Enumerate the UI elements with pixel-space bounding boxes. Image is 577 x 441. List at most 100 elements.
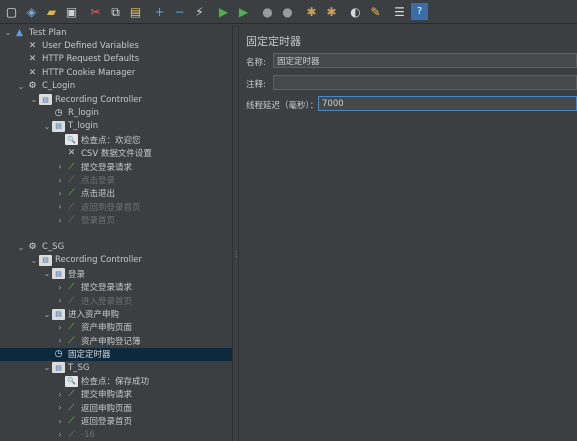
tree-node[interactable]: ⌄ ▤ T_SG [0,361,232,374]
chevron-right-icon[interactable]: › [55,176,65,185]
tree-node-label: 提交申购请求 [81,390,133,401]
tree-node-label: Recording Controller [55,94,143,105]
sampler-disabled-icon: ⟋ [68,295,75,306]
clear-icon[interactable]: ✱ [303,3,320,20]
tree-node[interactable]: ⌄ ▤ T_login [0,120,232,133]
splitter-grip-icon: · · · [235,247,238,262]
chevron-right-icon[interactable]: › [55,430,65,439]
chevron-down-icon[interactable]: ⌄ [29,95,39,104]
function-helper-icon[interactable]: ☰ [391,3,408,20]
tree-node[interactable]: ⌄ ▤ 登录 [0,267,232,280]
tree-node[interactable]: ✕ HTTP Request Defaults [0,53,232,66]
chevron-right-icon[interactable]: › [55,202,65,211]
tree-node-label: HTTP Request Defaults [42,54,140,65]
chevron-down-icon[interactable]: ⌄ [42,122,52,131]
new-icon[interactable]: ▢ [3,3,20,20]
chevron-down-icon[interactable]: ⌄ [29,256,39,265]
tree-node[interactable]: ✕ CSV 数据文件设置 [0,147,232,160]
tree-node[interactable]: ⌄ ⚙ C_SG [0,240,232,253]
search-icon[interactable]: ◐ [347,3,364,20]
save-icon[interactable]: ▣ [63,3,80,20]
tree-node[interactable]: ⌄ ⚙ C_Login [0,80,232,93]
chevron-right-icon[interactable]: › [55,296,65,305]
tree-node[interactable]: ⌄ ▤ Recording Controller [0,93,232,106]
tree-node[interactable]: › ⟋ 返回登录首页 [0,415,232,428]
tree-node[interactable]: › ⟋ 点击退出 [0,187,232,200]
tree-node-label: 点击登录 [81,176,116,187]
templates-icon[interactable]: ◈ [23,3,40,20]
controller-icon: ▤ [52,362,65,374]
cut-icon[interactable]: ✂ [87,3,104,20]
chevron-right-icon[interactable]: › [55,216,65,225]
chevron-right-icon[interactable]: › [55,390,65,399]
tree-node[interactable]: › ⟋ 提交登录请求 [0,281,232,294]
comment-field[interactable] [273,75,577,90]
chevron-right-icon[interactable]: › [55,283,65,292]
tree-node[interactable]: › ⟋ 提交申购请求 [0,388,232,401]
tree-node[interactable]: › ⟋ 资产申购登记簿 [0,334,232,347]
open-icon[interactable]: ▰ [43,3,60,20]
tree-node-label: 固定定时器 [68,350,111,361]
controller-icon: ▤ [52,308,65,320]
tree-node[interactable]: › ⟋ 进入登录首页 [0,294,232,307]
tree-node[interactable]: › ⟋ 资产申购页面 [0,321,232,334]
expand-icon[interactable]: + [151,3,168,20]
sampler-icon: ⟋ [68,416,75,427]
toolbar: ▢ ◈ ▰ ▣ ✂ ⧉ ▤ + − ⚡ ▶ ▶ ● ● ✱ ✱ ◐ ✎ ☰? [0,0,577,24]
help-icon[interactable]: ? [411,3,428,20]
tree-node-label: 资产申购登记簿 [81,336,141,347]
pane-splitter[interactable]: · · · [232,25,239,441]
tree-node[interactable]: ◷ 固定定时器 [0,347,232,361]
tree-node[interactable]: ⌄ ▲ Test Plan [0,26,232,39]
chevron-down-icon[interactable]: ⌄ [16,82,26,91]
tree-node[interactable]: › ⟋ 登录首页 [0,214,232,227]
thread-delay-field[interactable] [318,96,577,111]
tree-node[interactable]: ⌄ ▤ Recording Controller [0,254,232,267]
tree-node[interactable]: › ⟋ 返回到登录首页 [0,200,232,213]
tree-node-label: Test Plan [29,27,67,38]
chevron-down-icon[interactable]: ⌄ [42,310,52,319]
chevron-right-icon[interactable]: › [55,189,65,198]
start-no-pause-icon[interactable]: ▶ [235,3,252,20]
chevron-right-icon[interactable]: › [55,162,65,171]
tree-node[interactable]: ⌄ ▤ 进入资产申购 [0,307,232,320]
chevron-right-icon[interactable]: › [55,417,65,426]
tree-node-label: T_login [68,121,99,132]
gear-icon: ⚙ [28,81,37,92]
tree-node-label: 返回到登录首页 [81,202,141,213]
chevron-right-icon[interactable]: › [55,403,65,412]
tree-node[interactable]: ◷ R_login [0,106,232,119]
copy-icon[interactable]: ⧉ [107,3,124,20]
paste-icon[interactable]: ▤ [127,3,144,20]
name-field[interactable] [273,53,577,68]
tree-node[interactable]: ✕ HTTP Cookie Manager [0,66,232,79]
start-icon[interactable]: ▶ [215,3,232,20]
toggle-icon[interactable]: ⚡ [191,3,208,20]
collapse-icon[interactable]: − [171,3,188,20]
tree-node-label: 检查点：欢迎您 [81,135,141,146]
clear-all-icon[interactable]: ✱ [323,3,340,20]
sampler-disabled-icon: ⟋ [68,201,75,212]
timer-settings-panel: 固定定时器 名称: 注释: 线程延迟（毫秒）： [240,25,577,441]
tree-node[interactable]: 🔍 检查点：保存成功 [0,374,232,387]
tree-node-label: HTTP Cookie Manager [42,67,136,78]
tree-node[interactable]: › ⟋ 点击登录 [0,173,232,186]
assertion-icon: 🔍 [65,134,78,146]
chevron-down-icon[interactable]: ⌄ [3,28,13,37]
shutdown-icon[interactable]: ● [279,3,296,20]
chevron-right-icon[interactable]: › [55,336,65,345]
tree-node[interactable]: › ⟋ 返回申购页面 [0,401,232,414]
tree-node[interactable]: › ⟋ 提交登录请求 [0,160,232,173]
tree-node-label: User Defined Variables [42,41,139,52]
tools-icon: ✕ [28,67,37,78]
chevron-down-icon[interactable]: ⌄ [42,269,52,278]
tree-node[interactable]: › ⟋ -16 [0,428,232,441]
reset-search-icon[interactable]: ✎ [367,3,384,20]
stop-icon[interactable]: ● [259,3,276,20]
tree-node[interactable]: 🔍 检查点：欢迎您 [0,133,232,146]
chevron-right-icon[interactable]: › [55,323,65,332]
chevron-down-icon[interactable]: ⌄ [42,363,52,372]
tree-node[interactable]: ✕ User Defined Variables [0,39,232,52]
tools-icon: ✕ [28,41,37,52]
chevron-down-icon[interactable]: ⌄ [16,243,26,252]
